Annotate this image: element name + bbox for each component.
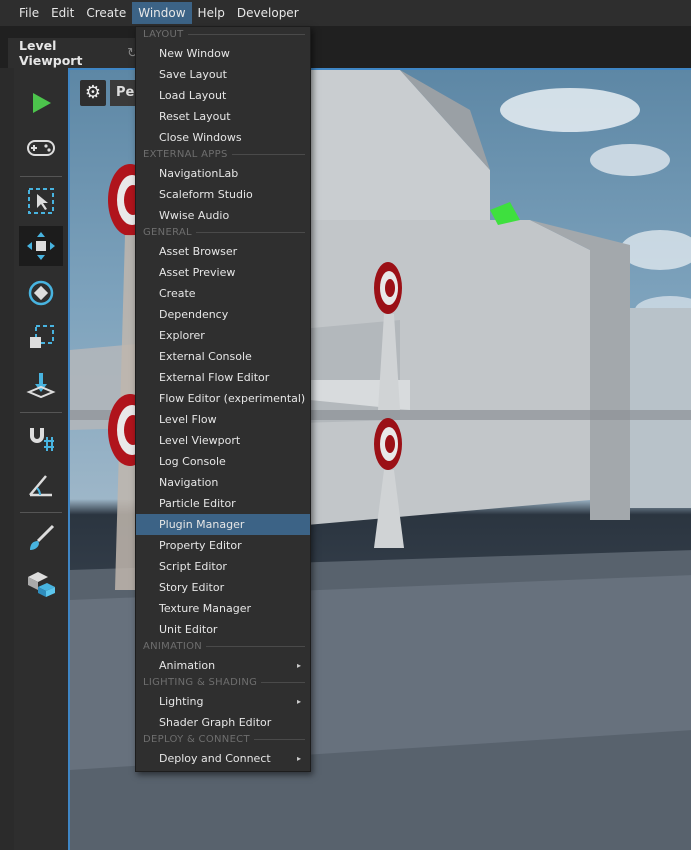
gamepad-icon <box>27 140 55 156</box>
section-lighting-shading: LIGHTING & SHADING <box>143 677 305 688</box>
place-icon <box>26 373 56 399</box>
menu-window[interactable]: Window <box>132 2 192 24</box>
unit-stack-icon <box>28 572 55 597</box>
menu-bar: File Edit Create Window Help Developer <box>0 0 691 26</box>
move-tool[interactable] <box>19 226 63 266</box>
scale-icon <box>30 325 54 348</box>
menu-item-close-windows[interactable]: Close Windows <box>136 127 310 148</box>
menu-item-unit-editor[interactable]: Unit Editor <box>136 619 310 640</box>
menu-item-asset-browser[interactable]: Asset Browser <box>136 241 310 262</box>
rotate-icon <box>28 280 54 306</box>
menu-item-new-window[interactable]: New Window <box>136 43 310 64</box>
chevron-right-icon: ▸ <box>296 697 301 706</box>
menu-item-particle-editor[interactable]: Particle Editor <box>136 493 310 514</box>
gear-icon: ⚙ <box>84 82 102 103</box>
place-tool[interactable] <box>19 365 63 405</box>
window-menu-dropdown: LAYOUT New Window Save Layout Load Layou… <box>135 26 311 772</box>
menu-developer[interactable]: Developer <box>231 2 305 24</box>
menu-item-level-viewport[interactable]: Level Viewport <box>136 430 310 451</box>
menu-item-shader-graph-editor[interactable]: Shader Graph Editor <box>136 712 310 733</box>
menu-item-lighting[interactable]: Lighting ▸ <box>136 691 310 712</box>
menu-item-plugin-manager[interactable]: Plugin Manager <box>136 514 310 535</box>
menu-item-asset-preview[interactable]: Asset Preview <box>136 262 310 283</box>
rotate-tool[interactable] <box>19 273 63 313</box>
menu-edit[interactable]: Edit <box>45 2 80 24</box>
menu-item-texture-manager[interactable]: Texture Manager <box>136 598 310 619</box>
menu-create[interactable]: Create <box>80 2 132 24</box>
section-animation: ANIMATION <box>143 641 305 652</box>
menu-item-flow-editor[interactable]: Flow Editor (experimental) <box>136 388 310 409</box>
toolbar-divider <box>20 512 62 513</box>
menu-item-log-console[interactable]: Log Console <box>136 451 310 472</box>
menu-item-navigation[interactable]: Navigation <box>136 472 310 493</box>
select-tool[interactable] <box>19 181 63 221</box>
snap-magnet-icon <box>30 428 54 451</box>
unit-tool[interactable] <box>19 563 63 603</box>
tab-title: Level Viewport <box>19 38 83 68</box>
section-external-apps: EXTERNAL APPS <box>143 149 305 160</box>
paint-tool[interactable] <box>19 518 63 558</box>
menu-item-deploy-and-connect[interactable]: Deploy and Connect ▸ <box>136 748 310 769</box>
viewport-toolbar <box>14 68 68 850</box>
gamepad-button[interactable] <box>19 128 63 168</box>
menu-help[interactable]: Help <box>192 2 231 24</box>
menu-item-external-console[interactable]: External Console <box>136 346 310 367</box>
menu-item-wwise-audio[interactable]: Wwise Audio <box>136 205 310 226</box>
paint-brush-icon <box>30 524 55 550</box>
toolbar-divider <box>20 176 62 177</box>
menu-item-scaleform-studio[interactable]: Scaleform Studio <box>136 184 310 205</box>
select-icon <box>28 188 54 214</box>
scale-tool[interactable] <box>19 318 63 358</box>
menu-item-script-editor[interactable]: Script Editor <box>136 556 310 577</box>
move-icon <box>27 232 55 260</box>
menu-item-save-layout[interactable]: Save Layout <box>136 64 310 85</box>
menu-item-create[interactable]: Create <box>136 283 310 304</box>
chevron-right-icon: ▸ <box>296 661 301 670</box>
section-deploy-connect: DEPLOY & CONNECT <box>143 734 305 745</box>
menu-item-property-editor[interactable]: Property Editor <box>136 535 310 556</box>
angle-icon <box>29 475 52 497</box>
menu-item-external-flow-editor[interactable]: External Flow Editor <box>136 367 310 388</box>
angle-tool[interactable] <box>19 465 63 505</box>
section-general: GENERAL <box>143 227 305 238</box>
section-layout: LAYOUT <box>143 29 305 40</box>
menu-item-explorer[interactable]: Explorer <box>136 325 310 346</box>
snap-tool[interactable] <box>19 418 63 458</box>
viewport-settings-button[interactable]: ⚙ <box>80 80 106 106</box>
menu-item-animation[interactable]: Animation ▸ <box>136 655 310 676</box>
play-button[interactable] <box>19 83 63 123</box>
chevron-right-icon: ▸ <box>296 754 301 763</box>
menu-item-story-editor[interactable]: Story Editor <box>136 577 310 598</box>
toolbar-divider <box>20 412 62 413</box>
play-icon <box>33 93 51 113</box>
menu-file[interactable]: File <box>13 2 45 24</box>
tab-level-viewport[interactable]: Level Viewport ↻ <box>8 38 138 68</box>
menu-item-reset-layout[interactable]: Reset Layout <box>136 106 310 127</box>
tab-bar: Level Viewport ↻ <box>0 26 691 68</box>
menu-item-level-flow[interactable]: Level Flow <box>136 409 310 430</box>
menu-item-navigationlab[interactable]: NavigationLab <box>136 163 310 184</box>
menu-item-dependency[interactable]: Dependency <box>136 304 310 325</box>
menu-item-load-layout[interactable]: Load Layout <box>136 85 310 106</box>
